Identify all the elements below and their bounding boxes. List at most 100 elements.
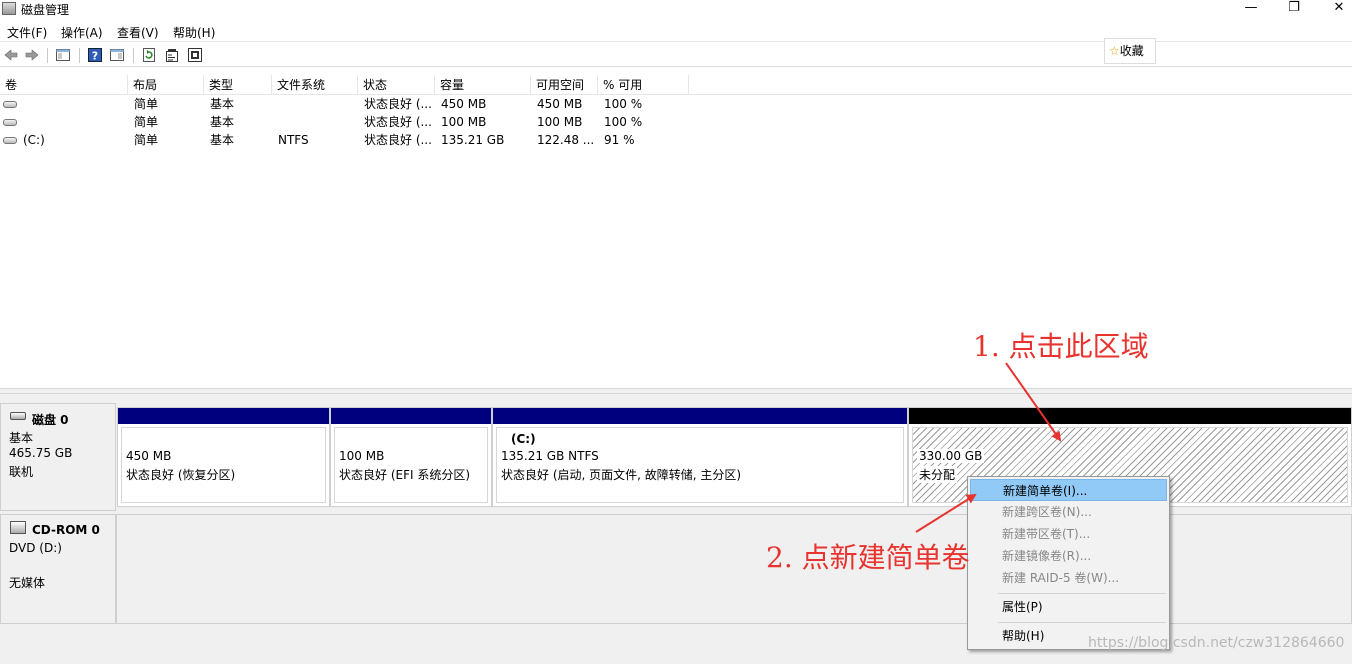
disk-settings-icon[interactable] bbox=[186, 46, 204, 64]
partition-efi[interactable]: 100 MB 状态良好 (EFI 系统分区) bbox=[330, 407, 492, 507]
annotation-step-2: 2. 点新建简单卷 bbox=[766, 541, 970, 574]
cell-status: 状态良好 (... bbox=[364, 97, 432, 111]
partition-status: 未分配 bbox=[917, 466, 958, 483]
toolbar-separator bbox=[47, 48, 48, 63]
drive-icon bbox=[3, 137, 17, 144]
cell-type: 基本 bbox=[210, 115, 235, 129]
column-header-layout[interactable]: 布局 bbox=[128, 75, 204, 95]
column-header-percent-free[interactable]: % 可用 bbox=[598, 75, 689, 95]
cell-filesystem: NTFS bbox=[278, 133, 309, 147]
partition-status: 状态良好 (启动, 页面文件, 故障转储, 主分区) bbox=[501, 468, 742, 482]
cell-layout: 简单 bbox=[134, 97, 159, 111]
partition-body: 100 MB 状态良好 (EFI 系统分区) bbox=[334, 427, 488, 503]
watermark: https://blog.csdn.net/czw312864660 bbox=[1088, 635, 1345, 651]
partition-body: 450 MB 状态良好 (恢复分区) bbox=[121, 427, 326, 503]
cell-capacity: 100 MB bbox=[441, 115, 487, 129]
table-row[interactable]: 简单 基本 状态良好 (... 450 MB 450 MB 100 % bbox=[0, 95, 700, 113]
favorites-label: 收藏 bbox=[1119, 44, 1144, 58]
context-menu: 新建简单卷(I)... 新建跨区卷(N)... 新建带区卷(T)... 新建镜像… bbox=[967, 476, 1170, 650]
partition-bar bbox=[493, 408, 907, 424]
menu-item-new-simple-volume[interactable]: 新建简单卷(I)... bbox=[970, 479, 1167, 501]
help-icon[interactable]: ? bbox=[86, 46, 104, 64]
back-icon[interactable] bbox=[2, 46, 20, 64]
show-hide-action-pane-icon[interactable] bbox=[108, 46, 126, 64]
cell-volume bbox=[23, 95, 123, 113]
svg-text:?: ? bbox=[92, 50, 98, 63]
close-button[interactable]: ✕ bbox=[1316, 0, 1352, 18]
disk-0-type: 基本 bbox=[9, 431, 34, 445]
menu-item-new-striped-volume[interactable]: 新建带区卷(T)... bbox=[970, 523, 1167, 545]
partition-title: (C:) bbox=[511, 432, 536, 446]
favorites-button[interactable]: ☆收藏 bbox=[1104, 38, 1156, 64]
cell-volume: (C:) bbox=[23, 133, 45, 147]
partition-bar bbox=[118, 408, 329, 424]
disk-0-size: 465.75 GB bbox=[9, 446, 73, 460]
column-header-type[interactable]: 类型 bbox=[204, 75, 272, 95]
menu-help[interactable]: 帮助(H) bbox=[173, 24, 215, 41]
disk-0-state: 联机 bbox=[9, 465, 34, 479]
column-header-status[interactable]: 状态 bbox=[358, 75, 435, 95]
minimize-button[interactable]: — bbox=[1228, 0, 1274, 18]
annotation-step-1: 1. 点击此区域 bbox=[973, 330, 1149, 363]
cdrom-icon bbox=[10, 521, 26, 534]
partition-size: 135.21 GB NTFS bbox=[501, 449, 599, 463]
menu-view[interactable]: 查看(V) bbox=[117, 24, 159, 41]
cdrom-0-media: 无媒体 bbox=[9, 576, 46, 590]
menu-file[interactable]: 文件(F) bbox=[7, 24, 47, 41]
cdrom-0-name: CD-ROM 0 bbox=[32, 523, 100, 537]
disk-management-app-icon bbox=[2, 2, 16, 15]
menu-item-properties[interactable]: 属性(P) bbox=[970, 596, 1167, 618]
partition-bar bbox=[331, 408, 491, 424]
column-header-volume[interactable]: 卷 bbox=[0, 75, 128, 95]
menu-item-new-raid5-volume[interactable]: 新建 RAID-5 卷(W)... bbox=[970, 567, 1167, 589]
cell-layout: 简单 bbox=[134, 115, 159, 129]
partition-size: 100 MB bbox=[339, 449, 385, 463]
menu-item-new-mirrored-volume[interactable]: 新建镜像卷(R)... bbox=[970, 545, 1167, 567]
restore-button[interactable]: ❐ bbox=[1271, 0, 1317, 18]
cell-percent-free: 100 % bbox=[604, 115, 643, 129]
disk-0-label[interactable]: 磁盘 0 基本 465.75 GB 联机 bbox=[0, 403, 116, 511]
properties-icon[interactable] bbox=[163, 46, 181, 64]
cell-percent-free: 100 % bbox=[604, 97, 643, 111]
cell-type: 基本 bbox=[210, 133, 235, 147]
toolbar-separator bbox=[133, 48, 134, 63]
disk-0-name: 磁盘 0 bbox=[32, 413, 69, 427]
partition-status: 状态良好 (EFI 系统分区) bbox=[339, 468, 471, 482]
partition-size: 450 MB bbox=[126, 449, 172, 463]
toolbar-separator bbox=[79, 48, 80, 63]
cell-type: 基本 bbox=[210, 97, 235, 111]
cell-status: 状态良好 (... bbox=[364, 115, 432, 129]
menu-separator bbox=[998, 593, 1166, 594]
menu-action[interactable]: 操作(A) bbox=[61, 24, 103, 41]
drive-icon bbox=[3, 119, 17, 126]
partition-size: 330.00 GB bbox=[917, 449, 985, 463]
column-header-free-space[interactable]: 可用空间 bbox=[531, 75, 598, 95]
cell-capacity: 450 MB bbox=[441, 97, 487, 111]
star-icon: ☆ bbox=[1109, 44, 1120, 58]
partition-recovery[interactable]: 450 MB 状态良好 (恢复分区) bbox=[117, 407, 330, 507]
table-row[interactable]: (C:) 简单 基本 NTFS 状态良好 (... 135.21 GB 122.… bbox=[0, 131, 700, 149]
disk-icon bbox=[10, 412, 26, 420]
column-header-capacity[interactable]: 容量 bbox=[435, 75, 531, 95]
partition-status: 状态良好 (恢复分区) bbox=[126, 468, 236, 482]
menu-item-new-spanned-volume[interactable]: 新建跨区卷(N)... bbox=[970, 501, 1167, 523]
title-bar: 磁盘管理 — ❐ ✕ bbox=[0, 0, 1352, 18]
cell-percent-free: 91 % bbox=[604, 133, 635, 147]
cdrom-0-type: DVD (D:) bbox=[9, 541, 62, 555]
cell-free-space: 100 MB bbox=[537, 115, 583, 129]
cdrom-0-label[interactable]: CD-ROM 0 DVD (D:) 无媒体 bbox=[0, 514, 116, 624]
cell-free-space: 450 MB bbox=[537, 97, 583, 111]
partition-c[interactable]: (C:) 135.21 GB NTFS 状态良好 (启动, 页面文件, 故障转储… bbox=[492, 407, 908, 507]
show-hide-console-tree-icon[interactable] bbox=[54, 46, 72, 64]
cell-layout: 简单 bbox=[134, 133, 159, 147]
menu-separator bbox=[998, 622, 1166, 623]
cell-capacity: 135.21 GB bbox=[441, 133, 505, 147]
forward-icon[interactable] bbox=[23, 46, 41, 64]
volume-list-header: 卷 布局 类型 文件系统 状态 容量 可用空间 % 可用 bbox=[0, 75, 1352, 95]
refresh-icon[interactable] bbox=[140, 46, 158, 64]
volume-list: 卷 布局 类型 文件系统 状态 容量 可用空间 % 可用 简单 基本 状态良好 … bbox=[0, 75, 1352, 388]
partition-body: (C:) 135.21 GB NTFS 状态良好 (启动, 页面文件, 故障转储… bbox=[496, 427, 904, 503]
table-row[interactable]: 简单 基本 状态良好 (... 100 MB 100 MB 100 % bbox=[0, 113, 700, 131]
column-header-filesystem[interactable]: 文件系统 bbox=[272, 75, 358, 95]
cell-free-space: 122.48 ... bbox=[537, 133, 595, 147]
